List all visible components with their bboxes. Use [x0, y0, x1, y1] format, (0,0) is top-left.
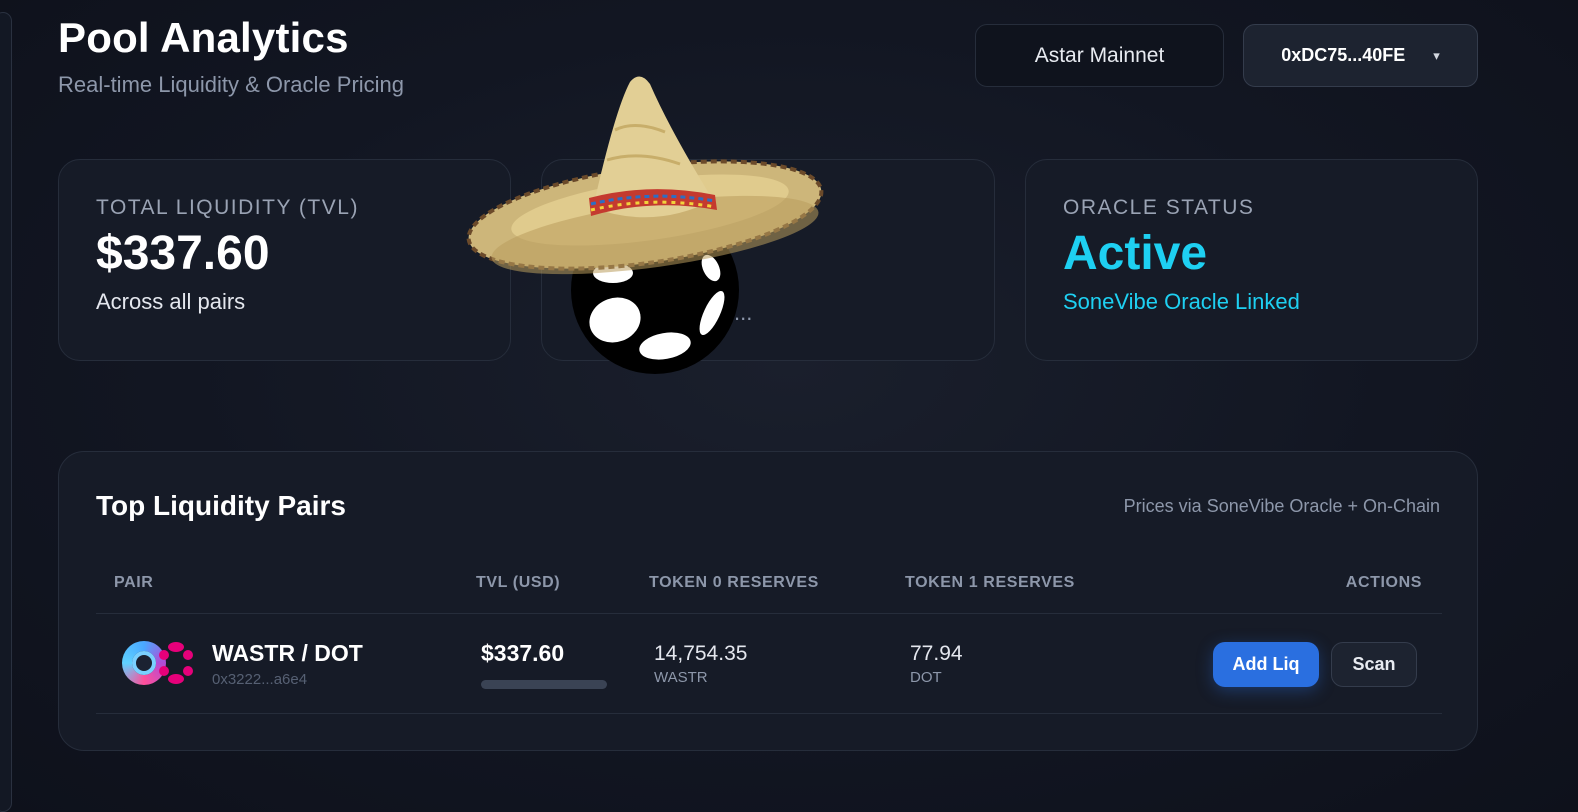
tvl-card: TOTAL LIQUIDITY (TVL) $337.60 Across all…: [58, 159, 511, 361]
wallet-button[interactable]: 0xDC75...40FE ▾: [1243, 24, 1478, 87]
header-divider: [96, 613, 1442, 614]
tvl-value: $337.60: [96, 227, 270, 280]
oracle-status-subtext: SoneVibe Oracle Linked: [1063, 289, 1300, 314]
pairs-title: Top Liquidity Pairs: [96, 490, 346, 521]
pairs-price-source-note: Prices via SoneVibe Oracle + On-Chain: [1123, 496, 1440, 516]
pair-tvl-value: $337.60: [481, 640, 565, 666]
tvl-subtext: Across all pairs: [96, 289, 246, 314]
pair-tvl-bar: [481, 680, 607, 689]
pair-address: 0x3222...a6e4: [212, 671, 308, 688]
top-liquidity-pairs-panel: Top Liquidity Pairs Prices via SoneVibe …: [58, 451, 1478, 751]
pair-tvl-bar-fill: [481, 680, 607, 689]
add-liquidity-button[interactable]: Add Liq: [1213, 642, 1319, 687]
tvl-label: TOTAL LIQUIDITY (TVL): [96, 196, 359, 219]
network-label: Astar Mainnet: [1034, 43, 1165, 67]
polkadot-token-icon: [159, 642, 193, 684]
row-divider: [96, 713, 1442, 714]
network-selector-button[interactable]: Astar Mainnet: [975, 24, 1224, 87]
token1-reserve-amount: 77.94: [910, 642, 963, 665]
sombrero-polkadot-mascot-icon: [466, 76, 824, 374]
column-header-actions: ACTIONS: [1345, 574, 1422, 591]
column-header-pair: PAIR: [114, 574, 154, 591]
pair-name[interactable]: WASTR / DOT: [212, 640, 363, 667]
scan-button[interactable]: Scan: [1331, 642, 1417, 687]
column-header-token0-reserves: TOKEN 0 RESERVES: [649, 574, 819, 591]
chevron-down-icon: ▾: [1433, 47, 1440, 63]
oracle-status-label: ORACLE STATUS: [1063, 196, 1255, 219]
token0-reserve-amount: 14,754.35: [654, 642, 748, 665]
page-title: Pool Analytics: [58, 14, 349, 61]
column-header-tvl: TVL (USD): [476, 574, 561, 591]
oracle-status-value: Active: [1063, 227, 1208, 280]
oracle-status-card: ORACLE STATUS Active SoneVibe Oracle Lin…: [1025, 159, 1478, 361]
token0-reserve-symbol: WASTR: [654, 669, 708, 686]
sidebar-edge: [0, 12, 12, 812]
token1-reserve-symbol: DOT: [910, 669, 942, 686]
column-header-token1-reserves: TOKEN 1 RESERVES: [905, 574, 1075, 591]
wallet-address: 0xDC75...40FE: [1281, 45, 1406, 65]
page-subtitle: Real-time Liquidity & Oracle Pricing: [58, 72, 405, 97]
